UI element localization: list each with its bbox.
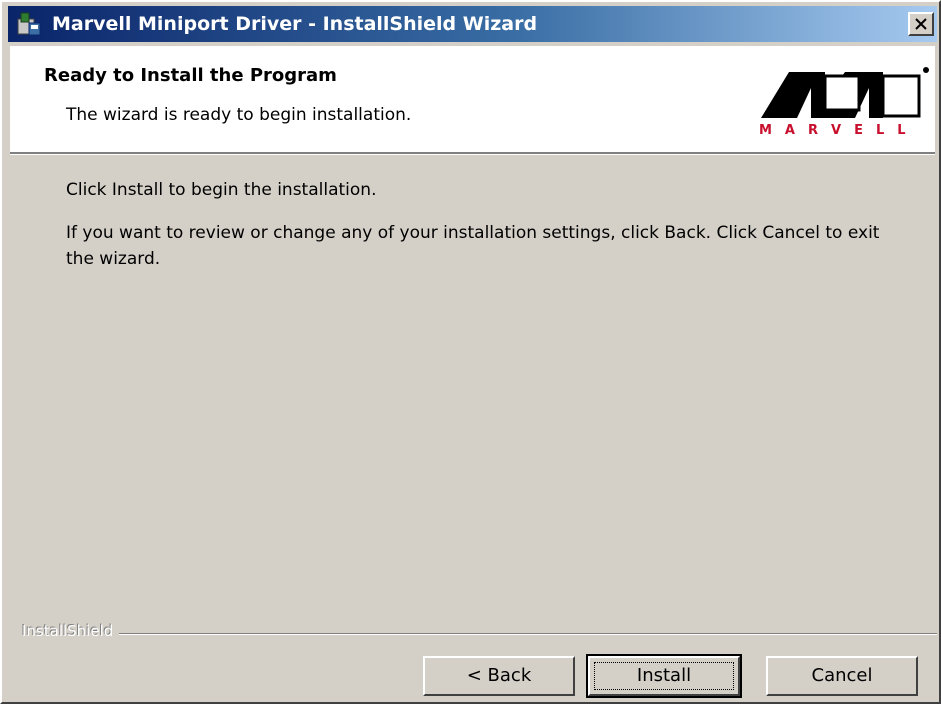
window-title: Marvell Miniport Driver - InstallShield … bbox=[52, 13, 538, 35]
back-button[interactable]: < Back bbox=[423, 656, 575, 696]
footer-divider bbox=[22, 633, 937, 635]
close-icon bbox=[915, 18, 927, 30]
installer-window: Marvell Miniport Driver - InstallShield … bbox=[0, 0, 941, 704]
header-title: Ready to Install the Program bbox=[44, 65, 337, 86]
installshield-branding: InstallShield bbox=[22, 622, 937, 642]
header-panel: Ready to Install the Program The wizard … bbox=[10, 46, 935, 154]
header-divider bbox=[10, 154, 935, 155]
install-button[interactable]: Install bbox=[586, 654, 742, 698]
installer-icon bbox=[17, 12, 41, 36]
review-text: If you want to review or change any of y… bbox=[66, 223, 880, 269]
close-button[interactable] bbox=[908, 12, 934, 36]
title-bar[interactable]: Marvell Miniport Driver - InstallShield … bbox=[8, 6, 937, 42]
header-subtitle: The wizard is ready to begin installatio… bbox=[66, 105, 412, 125]
logo-wordmark: MARVELL bbox=[759, 123, 919, 138]
focus-rect bbox=[594, 662, 734, 690]
cancel-button[interactable]: Cancel bbox=[766, 656, 918, 696]
brand-label: InstallShield bbox=[22, 622, 120, 640]
instruction-text: Click Install to begin the installation. bbox=[66, 180, 377, 200]
